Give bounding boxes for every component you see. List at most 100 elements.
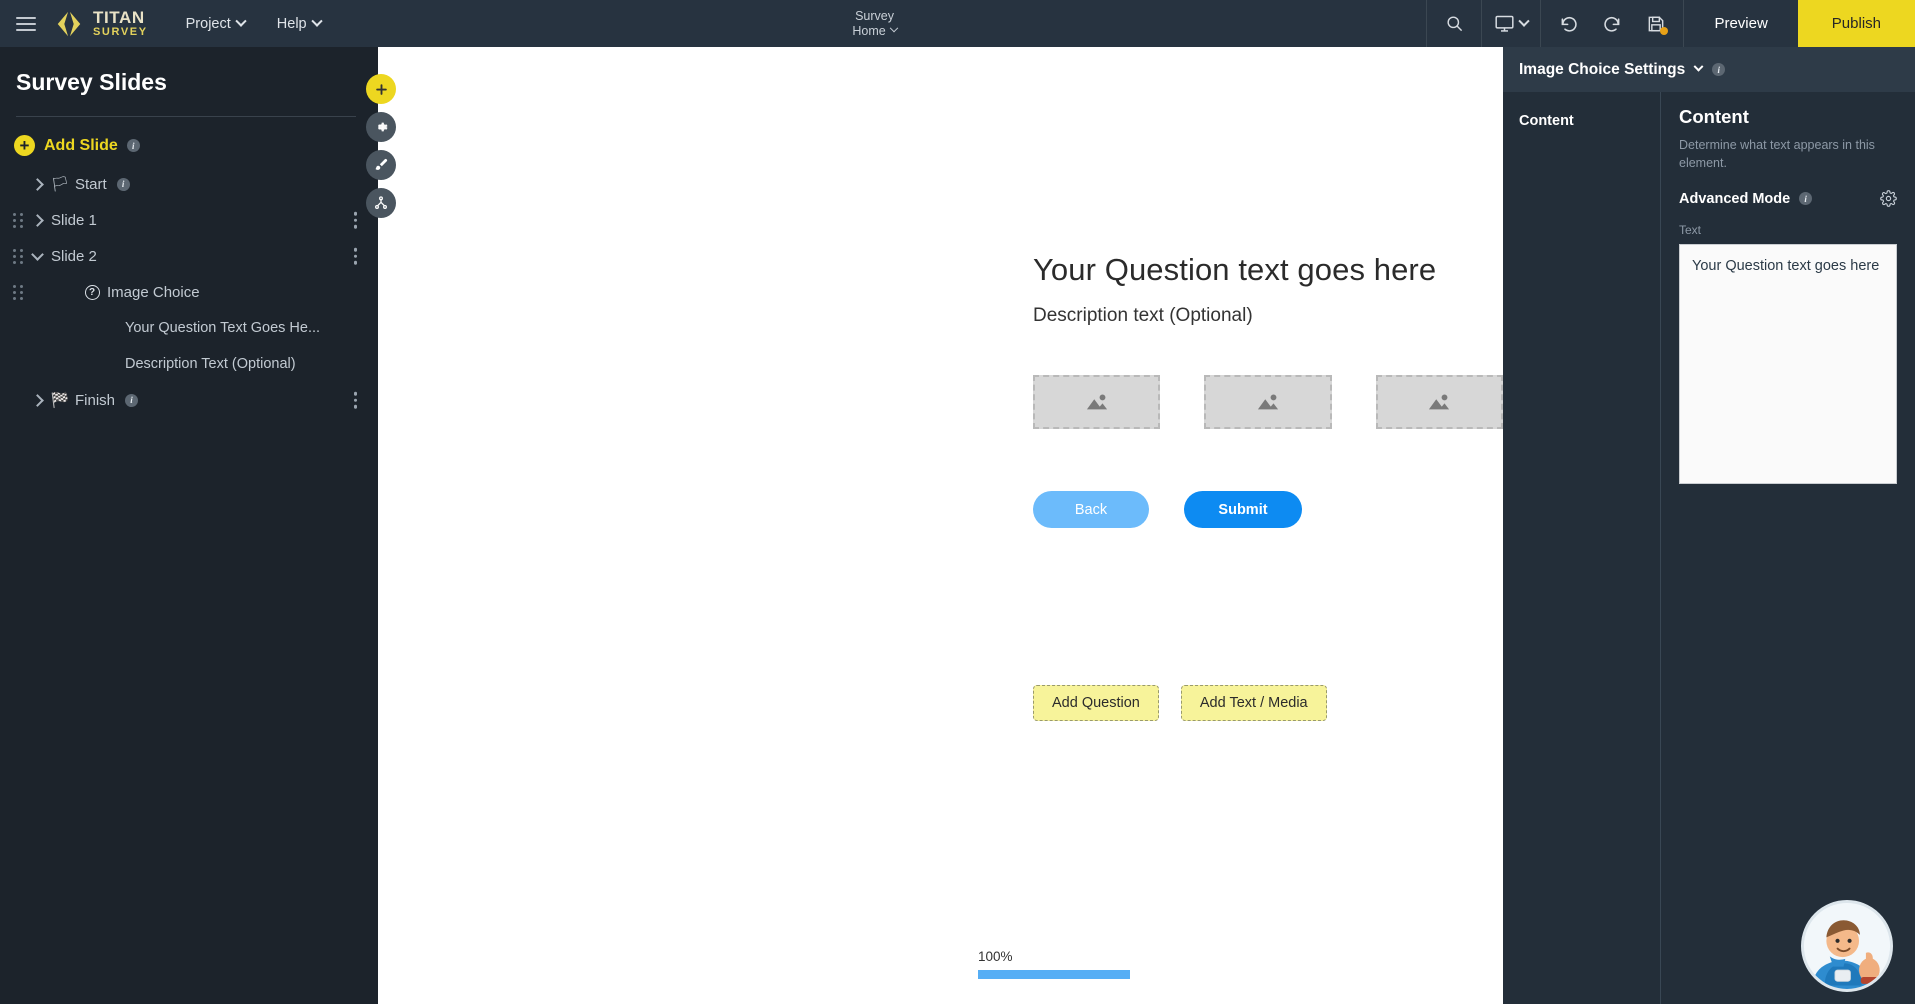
advanced-mode-row: Advanced Mode i <box>1679 190 1897 208</box>
info-icon[interactable]: i <box>116 177 130 191</box>
search-group <box>1426 0 1481 47</box>
drag-handle-icon[interactable] <box>10 248 26 264</box>
info-icon[interactable]: i <box>126 139 140 152</box>
sidebar-item-start[interactable]: 🏳 Start i <box>0 166 378 202</box>
sidebar-item-question-text[interactable]: Your Question Text Goes He... <box>0 310 378 346</box>
chevron-down-icon <box>235 15 247 27</box>
back-button[interactable]: Back <box>1033 491 1149 528</box>
app-body: Survey Slides + Add Slide i 🏳 Start i Slide… <box>0 47 1915 1004</box>
brand-subtitle: SURVEY <box>93 26 148 38</box>
add-element-fab[interactable] <box>366 74 396 104</box>
page-title: Survey Slides <box>16 69 167 95</box>
breadcrumb-title: Survey <box>855 9 894 23</box>
properties-panel-header[interactable]: Image Choice Settings i <box>1503 47 1915 92</box>
hamburger-icon[interactable] <box>0 0 52 47</box>
sidebar-item-label: Start <box>75 175 107 193</box>
info-icon[interactable]: i <box>1712 63 1726 76</box>
top-bar-right: Preview Publish <box>1426 0 1915 47</box>
image-choice-3[interactable] <box>1375 375 1503 429</box>
chevron-down-icon[interactable] <box>1693 61 1704 72</box>
info-icon[interactable]: i <box>1799 192 1813 206</box>
device-preview-icon[interactable] <box>1494 9 1531 39</box>
zoom-control[interactable]: 100% <box>978 949 1130 979</box>
nodes-icon <box>375 196 387 209</box>
tab-content[interactable]: Content <box>1503 109 1660 133</box>
chevron-right-icon[interactable] <box>26 396 48 405</box>
titan-survey-app: TITAN SURVEY Project Help Survey Home Pr… <box>0 0 1915 1004</box>
add-question-button[interactable]: Add Question <box>1033 685 1159 721</box>
image-placeholder-icon <box>1429 394 1450 410</box>
properties-tab-list: Content <box>1503 92 1661 1004</box>
submit-button[interactable]: Submit <box>1184 491 1302 528</box>
zoom-slider-track[interactable] <box>978 970 1130 979</box>
flow-logic-fab[interactable] <box>366 188 396 218</box>
image-choice-2[interactable] <box>1204 375 1332 429</box>
brand-logo[interactable]: TITAN SURVEY <box>52 9 148 39</box>
content-description: Determine what text appears in this elem… <box>1679 138 1875 171</box>
image-placeholder-icon <box>1086 394 1107 410</box>
theme-brush-fab[interactable] <box>366 150 396 180</box>
publish-button[interactable]: Publish <box>1797 0 1915 47</box>
preview-button[interactable]: Preview <box>1683 0 1797 47</box>
sidebar-item-slide-1[interactable]: Slide 1 <box>0 202 378 238</box>
chevron-right-icon[interactable] <box>26 216 48 225</box>
sidebar-item-label: Description Text (Optional) <box>125 356 296 372</box>
properties-panel-title: Image Choice Settings <box>1519 60 1686 78</box>
flag-icon: 🏳 <box>50 176 70 193</box>
history-group <box>1540 0 1683 47</box>
menu-project-label: Project <box>185 15 231 32</box>
sidebar-item-finish[interactable]: 🏁 Finish i <box>0 382 378 418</box>
slide-canvas[interactable]: Your Question text goes here Description… <box>378 47 1503 1004</box>
menu-help-label: Help <box>276 15 307 32</box>
drag-handle-icon[interactable] <box>10 284 26 300</box>
row-menu-button[interactable] <box>351 209 361 232</box>
canvas-action-rail <box>366 74 396 218</box>
properties-tab-panel: Content Determine what text appears in t… <box>1661 92 1915 1004</box>
question-title[interactable]: Your Question text goes here <box>1033 252 1503 288</box>
drag-handle-icon[interactable] <box>10 212 26 228</box>
navigation-buttons: Back Submit <box>1033 491 1503 528</box>
sidebar-item-label: Your Question Text Goes He... <box>125 320 321 336</box>
menu-help[interactable]: Help <box>275 0 323 47</box>
sidebar-item-slide-2[interactable]: Slide 2 <box>0 238 378 274</box>
row-menu-button[interactable] <box>351 245 361 268</box>
chevron-down-icon <box>310 15 323 27</box>
sidebar-item-label: Finish <box>75 391 116 409</box>
save-icon[interactable] <box>1641 9 1671 39</box>
chevron-down-icon[interactable] <box>26 254 48 259</box>
settings-fab[interactable] <box>366 112 396 142</box>
device-group <box>1481 0 1540 47</box>
plus-icon: + <box>14 135 35 156</box>
gear-icon[interactable] <box>1880 190 1897 208</box>
add-slide-button[interactable]: + Add Slide i <box>0 117 378 156</box>
menu-project[interactable]: Project <box>184 0 247 47</box>
undo-icon[interactable] <box>1553 9 1583 39</box>
redo-icon[interactable] <box>1597 9 1627 39</box>
info-icon[interactable]: i <box>125 393 139 407</box>
checkered-flag-icon: 🏁 <box>50 392 70 409</box>
add-text-media-button[interactable]: Add Text / Media <box>1180 685 1327 721</box>
chevron-right-icon[interactable] <box>26 180 48 189</box>
sidebar-item-image-choice[interactable]: ? Image Choice <box>0 274 378 310</box>
chevron-down-icon <box>1518 15 1531 27</box>
search-icon[interactable] <box>1439 9 1469 39</box>
sidebar-item-description-text[interactable]: Description Text (Optional) <box>0 346 378 382</box>
properties-panel-body: Content Content Determine what text appe… <box>1503 92 1915 1004</box>
row-menu-button[interactable] <box>351 389 361 412</box>
breadcrumb: Survey Home <box>323 0 1427 47</box>
text-field-input[interactable] <box>1679 244 1897 485</box>
image-choice-1[interactable] <box>1033 375 1161 429</box>
unsaved-changes-badge <box>1660 26 1669 35</box>
sidebar-item-label: Image Choice <box>107 283 200 301</box>
breadcrumb-home[interactable]: Home <box>852 23 898 38</box>
titan-diamond-icon <box>57 11 81 36</box>
add-slide-label: Add Slide <box>44 136 118 154</box>
top-bar: TITAN SURVEY Project Help Survey Home Pr… <box>0 0 1915 47</box>
slide-tree: 🏳 Start i Slide 1 Slide 2? Image Choice Your Q… <box>0 166 378 418</box>
support-mascot-avatar[interactable] <box>1801 900 1893 992</box>
slide-content: Your Question text goes here Description… <box>378 47 1503 721</box>
question-circle-icon: ? <box>80 284 104 300</box>
text-field-label: Text <box>1679 223 1702 238</box>
question-description[interactable]: Description text (Optional) <box>1033 305 1503 327</box>
brush-icon <box>375 158 388 170</box>
